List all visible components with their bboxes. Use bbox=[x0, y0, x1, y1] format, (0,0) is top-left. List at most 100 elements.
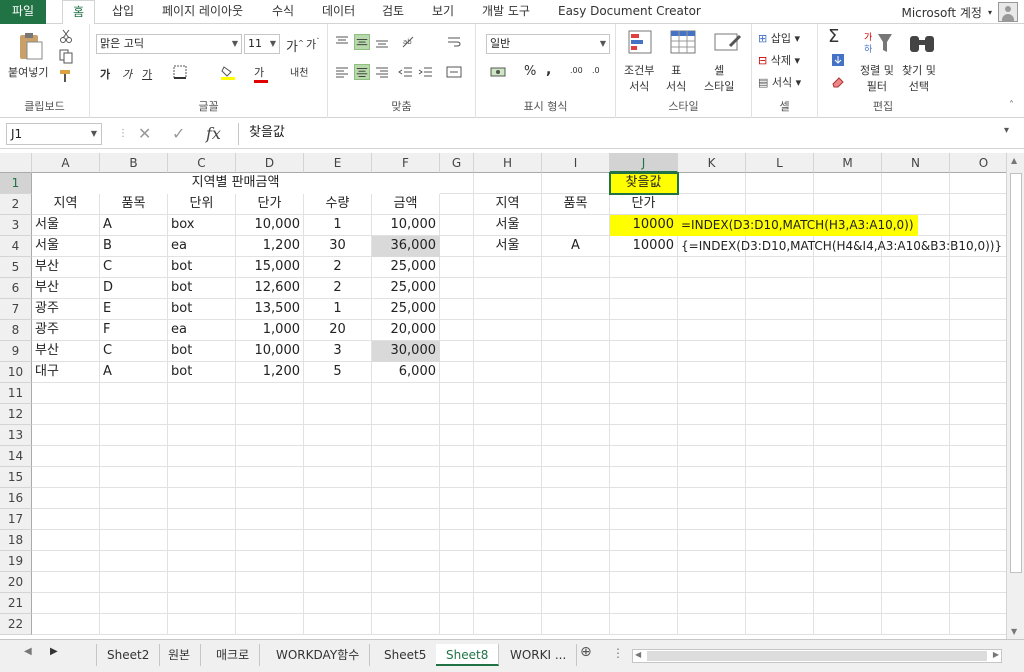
grid-cell[interactable] bbox=[882, 278, 950, 299]
grid-cell[interactable] bbox=[372, 593, 440, 614]
grid-cell[interactable] bbox=[746, 551, 814, 572]
grid-cell[interactable] bbox=[746, 278, 814, 299]
find-select-icon[interactable] bbox=[906, 28, 938, 60]
grid-cell[interactable] bbox=[236, 572, 304, 593]
data-cell[interactable]: bot bbox=[168, 362, 236, 383]
sheet-tab-sheet2[interactable]: Sheet2 bbox=[96, 644, 161, 666]
grid-cell[interactable] bbox=[236, 530, 304, 551]
align-bottom-icon[interactable] bbox=[374, 34, 390, 50]
data-cell[interactable]: ea bbox=[168, 320, 236, 341]
font-color-button[interactable]: 가 bbox=[254, 64, 268, 83]
scroll-down-icon[interactable]: ▼ bbox=[1011, 627, 1017, 636]
paste-button[interactable]: 붙여넣기 bbox=[8, 64, 48, 80]
grid-cell[interactable] bbox=[678, 257, 746, 278]
data-cell[interactable]: 25,000 bbox=[372, 299, 440, 320]
grid-cell[interactable] bbox=[950, 593, 1006, 614]
lookup-cell[interactable]: 서울 bbox=[474, 236, 542, 257]
scroll-thumb[interactable] bbox=[1010, 173, 1022, 573]
grid-cell[interactable] bbox=[440, 509, 474, 530]
grid-cell[interactable] bbox=[32, 551, 100, 572]
paste-icon[interactable] bbox=[14, 30, 46, 62]
grid-cell[interactable] bbox=[950, 446, 1006, 467]
grid-cell[interactable] bbox=[746, 404, 814, 425]
wrap-text-icon[interactable] bbox=[446, 34, 462, 50]
data-cell[interactable]: 30 bbox=[304, 236, 372, 257]
format-painter-icon[interactable] bbox=[58, 68, 74, 84]
grid-cell[interactable] bbox=[100, 404, 168, 425]
account-area[interactable]: Microsoft 계정 ▾ bbox=[901, 0, 1018, 24]
grid-cell[interactable] bbox=[474, 593, 542, 614]
grid-cell[interactable] bbox=[32, 383, 100, 404]
grid-cell[interactable] bbox=[440, 551, 474, 572]
grid-cell[interactable] bbox=[950, 215, 1006, 236]
data-cell[interactable]: 10,000 bbox=[236, 215, 304, 236]
lookup-result-cell[interactable]: 10000 bbox=[610, 215, 678, 236]
row-header-5[interactable]: 5 bbox=[0, 257, 32, 278]
grid-cell[interactable] bbox=[814, 257, 882, 278]
grid-cell[interactable] bbox=[542, 173, 610, 194]
grid-cell[interactable] bbox=[32, 614, 100, 635]
phonetic-button[interactable]: 내천 bbox=[290, 64, 308, 79]
grid-cell[interactable] bbox=[814, 551, 882, 572]
shrink-font-button[interactable]: 가ˇ bbox=[306, 36, 320, 52]
grid-cell[interactable] bbox=[882, 299, 950, 320]
grid-cell[interactable] bbox=[168, 509, 236, 530]
decrease-indent-icon[interactable] bbox=[398, 64, 414, 80]
grid-cell[interactable] bbox=[950, 509, 1006, 530]
grid-cell[interactable] bbox=[610, 257, 678, 278]
grow-font-button[interactable]: 가^ bbox=[286, 36, 304, 55]
data-cell[interactable]: box bbox=[168, 215, 236, 236]
sort-filter-button[interactable]: 정렬 및 필터 bbox=[860, 62, 894, 94]
grid-cell[interactable] bbox=[474, 257, 542, 278]
grid-cell[interactable] bbox=[440, 194, 474, 215]
grid-cell[interactable] bbox=[950, 257, 1006, 278]
data-cell[interactable]: 부산 bbox=[32, 257, 100, 278]
data-cell[interactable]: 30,000 bbox=[372, 341, 440, 362]
grid-cell[interactable] bbox=[168, 551, 236, 572]
data-cell[interactable]: 1,200 bbox=[236, 236, 304, 257]
data-cell[interactable]: 부산 bbox=[32, 278, 100, 299]
grid-cell[interactable] bbox=[610, 572, 678, 593]
underline-button[interactable]: 가 bbox=[142, 66, 152, 82]
grid-cell[interactable] bbox=[372, 488, 440, 509]
grid-cell[interactable] bbox=[814, 173, 882, 194]
grid-cell[interactable] bbox=[678, 299, 746, 320]
grid-cell[interactable] bbox=[236, 425, 304, 446]
grid-cell[interactable] bbox=[440, 362, 474, 383]
grid-cell[interactable] bbox=[168, 467, 236, 488]
grid-cell[interactable] bbox=[372, 425, 440, 446]
column-header-h[interactable]: H bbox=[474, 153, 542, 173]
data-cell[interactable]: 36,000 bbox=[372, 236, 440, 257]
grid-cell[interactable] bbox=[474, 278, 542, 299]
grid-cell[interactable] bbox=[610, 278, 678, 299]
grid-cell[interactable] bbox=[32, 446, 100, 467]
orientation-icon[interactable]: ab bbox=[400, 34, 416, 50]
insert-function-icon[interactable]: fx bbox=[206, 124, 221, 143]
tab-data[interactable]: 데이터 bbox=[322, 0, 355, 24]
grid-cell[interactable] bbox=[882, 425, 950, 446]
account-label[interactable]: Microsoft 계정 bbox=[901, 4, 982, 21]
grid-cell[interactable] bbox=[746, 383, 814, 404]
data-cell[interactable]: 서울 bbox=[32, 236, 100, 257]
grid-cell[interactable] bbox=[814, 488, 882, 509]
grid-cell[interactable] bbox=[440, 299, 474, 320]
grid-cell[interactable] bbox=[372, 509, 440, 530]
grid-cell[interactable] bbox=[542, 572, 610, 593]
grid-cell[interactable] bbox=[814, 530, 882, 551]
grid-cell[interactable] bbox=[474, 299, 542, 320]
grid-cell[interactable] bbox=[746, 320, 814, 341]
grid-cell[interactable] bbox=[542, 446, 610, 467]
grid-cell[interactable] bbox=[678, 404, 746, 425]
grid-cell[interactable] bbox=[168, 425, 236, 446]
grid-cell[interactable] bbox=[610, 404, 678, 425]
grid-cell[interactable] bbox=[32, 425, 100, 446]
grid-cell[interactable] bbox=[474, 530, 542, 551]
grid-cell[interactable] bbox=[100, 383, 168, 404]
grid-cell[interactable] bbox=[678, 572, 746, 593]
cancel-icon[interactable]: ✕ bbox=[138, 124, 151, 143]
grid-cell[interactable] bbox=[100, 425, 168, 446]
grid-cell[interactable] bbox=[474, 446, 542, 467]
row-header-13[interactable]: 13 bbox=[0, 425, 32, 446]
format-cells-button[interactable]: ▤ 서식 ▾ bbox=[758, 74, 801, 90]
data-cell[interactable]: 10,000 bbox=[236, 341, 304, 362]
